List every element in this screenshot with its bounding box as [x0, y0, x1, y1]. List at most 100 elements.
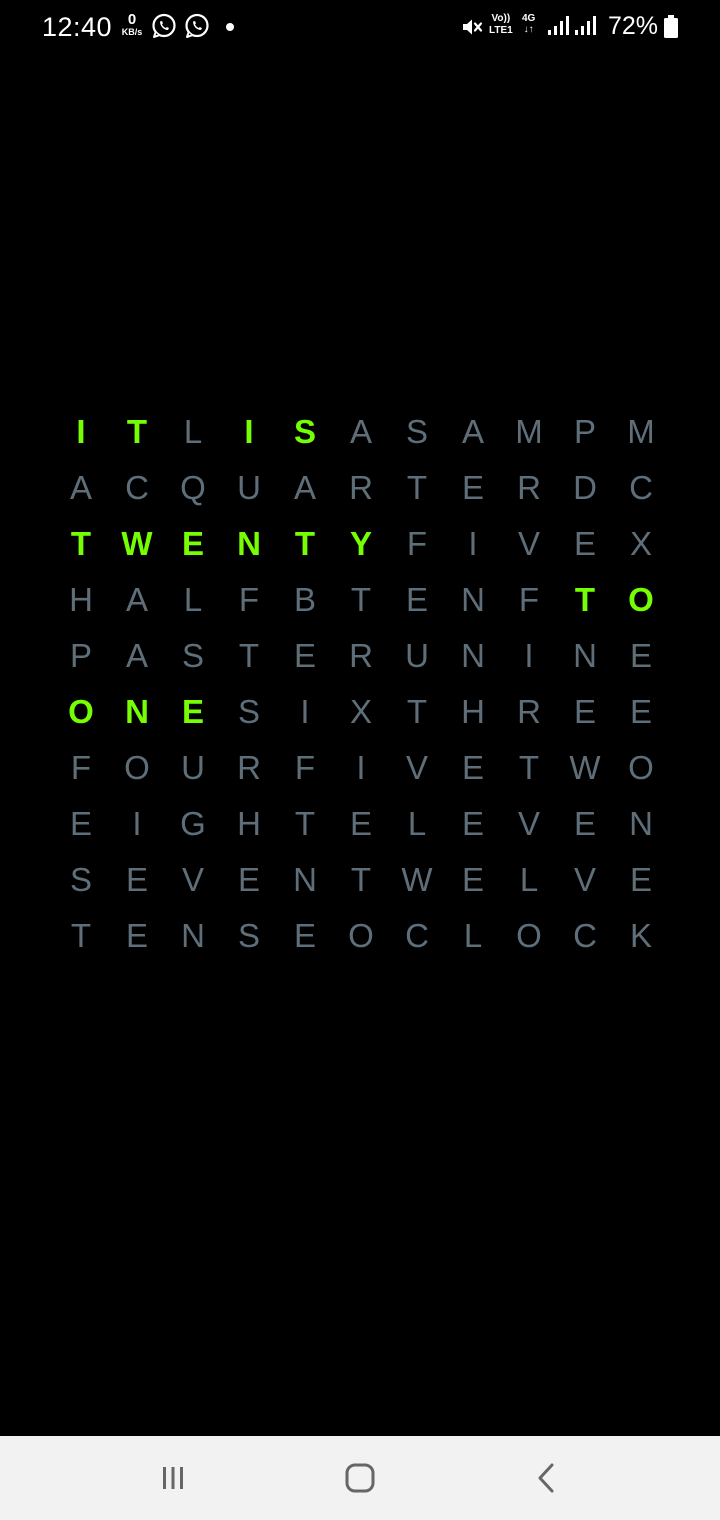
- word-clock-letter-lit: E: [181, 525, 204, 562]
- word-clock-letter: S: [237, 693, 260, 730]
- word-clock-letter: T: [350, 581, 372, 618]
- network-speed-value: 0: [127, 11, 137, 28]
- word-clock-letter-lit: O: [68, 693, 94, 730]
- word-clock-letter: T: [238, 637, 260, 674]
- word-clock-letter: T: [406, 693, 428, 730]
- word-clock-letter: L: [183, 581, 203, 618]
- word-clock-letter: E: [125, 917, 148, 954]
- word-clock-letter-lit: I: [76, 413, 86, 450]
- word-clock-letter: R: [349, 637, 373, 674]
- word-clock-letter: G: [180, 805, 206, 842]
- word-clock-letter-lit: O: [628, 581, 654, 618]
- word-clock-grid: ITLISASAMPMACQUARTERDCTWENTYFIVEXHALFBTE…: [53, 404, 669, 964]
- volte-label: Vo)): [491, 13, 511, 24]
- word-clock-letter: E: [405, 581, 428, 618]
- word-clock-letter: E: [461, 749, 484, 786]
- word-clock-letter: P: [573, 413, 596, 450]
- word-clock-letter: O: [124, 749, 150, 786]
- word-clock-letter: T: [406, 469, 428, 506]
- signal-icon: [575, 16, 596, 35]
- word-clock-letter: O: [516, 917, 542, 954]
- word-clock-letter: F: [70, 749, 92, 786]
- word-clock-letter: A: [293, 469, 316, 506]
- word-clock-letter: N: [461, 581, 485, 618]
- word-clock-letter: I: [524, 637, 534, 674]
- word-clock-letter: P: [69, 637, 92, 674]
- battery-percent: 72%: [608, 12, 659, 40]
- word-clock-letter: S: [237, 917, 260, 954]
- word-clock-letter: D: [573, 469, 597, 506]
- word-clock-letter: E: [461, 469, 484, 506]
- word-clock-letter-lit: Y: [349, 525, 372, 562]
- navigation-bar: [0, 1436, 720, 1520]
- word-clock-letter-lit: T: [574, 581, 596, 618]
- word-clock-letter: H: [69, 581, 93, 618]
- word-clock-letter: F: [518, 581, 540, 618]
- word-clock-letter: U: [405, 637, 429, 674]
- recents-icon: [163, 1467, 183, 1489]
- word-clock-letter: N: [181, 917, 205, 954]
- word-clock-letter: U: [181, 749, 205, 786]
- word-clock-letter: C: [629, 469, 653, 506]
- word-clock-letter-lit: I: [244, 413, 254, 450]
- battery-icon: [664, 15, 678, 38]
- word-clock-letter: K: [629, 917, 652, 954]
- word-clock-letter: Q: [180, 469, 206, 506]
- back-icon: [538, 1463, 554, 1493]
- word-clock-letter: E: [69, 805, 92, 842]
- word-clock-letter: X: [629, 525, 652, 562]
- network-type-indicator: 4G ↓↑: [522, 14, 535, 35]
- word-clock-letter: V: [181, 861, 204, 898]
- word-clock-letter: V: [573, 861, 596, 898]
- word-clock-letter: A: [125, 637, 148, 674]
- home-button[interactable]: [335, 1458, 385, 1498]
- word-clock-letter: N: [629, 805, 653, 842]
- back-button[interactable]: [522, 1458, 572, 1498]
- word-clock-letter: E: [293, 637, 316, 674]
- status-time: 12:40: [42, 12, 113, 42]
- word-clock-letter: N: [573, 637, 597, 674]
- word-clock-letter-lit: N: [237, 525, 261, 562]
- word-clock-letter: A: [69, 469, 92, 506]
- word-clock-letter: S: [181, 637, 204, 674]
- word-clock-letter: V: [517, 525, 540, 562]
- word-clock-letter: E: [461, 805, 484, 842]
- word-clock-letter: S: [405, 413, 428, 450]
- whatsapp-icon: [152, 13, 176, 38]
- network-speed-indicator: 0 KB/s: [117, 12, 147, 37]
- word-clock-letter: X: [349, 693, 372, 730]
- word-clock-letter: C: [405, 917, 429, 954]
- word-clock-letter: I: [468, 525, 478, 562]
- word-clock-letter-lit: T: [294, 525, 316, 562]
- word-clock-letter: E: [349, 805, 372, 842]
- word-clock-letter: T: [350, 861, 372, 898]
- status-bar: 12:40 0 KB/s Vo)) LTE1 4G ↓↑ 72%: [0, 0, 720, 56]
- signal-icon: [548, 16, 569, 35]
- word-clock-letter: B: [293, 581, 316, 618]
- word-clock-letter: E: [573, 693, 596, 730]
- word-clock-letter: E: [573, 805, 596, 842]
- word-clock-letter: O: [348, 917, 374, 954]
- word-clock-letter: W: [401, 861, 433, 898]
- word-clock-letter: F: [406, 525, 428, 562]
- word-clock-letter: A: [461, 413, 484, 450]
- data-arrows-icon: ↓↑: [523, 24, 534, 35]
- word-clock-letter-lit: W: [121, 525, 153, 562]
- word-clock-letter: N: [293, 861, 317, 898]
- home-icon: [345, 1463, 375, 1493]
- word-clock-letter: E: [629, 861, 652, 898]
- word-clock-letter-lit: T: [126, 413, 148, 450]
- volte-indicator: Vo)) LTE1: [489, 14, 513, 36]
- word-clock-letter: R: [517, 469, 541, 506]
- word-clock-letter: E: [461, 861, 484, 898]
- word-clock-letter: E: [629, 693, 652, 730]
- word-clock-letter: L: [519, 861, 539, 898]
- word-clock-letter: L: [183, 413, 203, 450]
- word-clock-letter: N: [461, 637, 485, 674]
- recents-button[interactable]: [148, 1458, 198, 1498]
- word-clock-letter: E: [125, 861, 148, 898]
- word-clock-letter: F: [294, 749, 316, 786]
- network-speed-unit: KB/s: [121, 27, 143, 37]
- word-clock-letter: S: [69, 861, 92, 898]
- word-clock-letter: R: [349, 469, 373, 506]
